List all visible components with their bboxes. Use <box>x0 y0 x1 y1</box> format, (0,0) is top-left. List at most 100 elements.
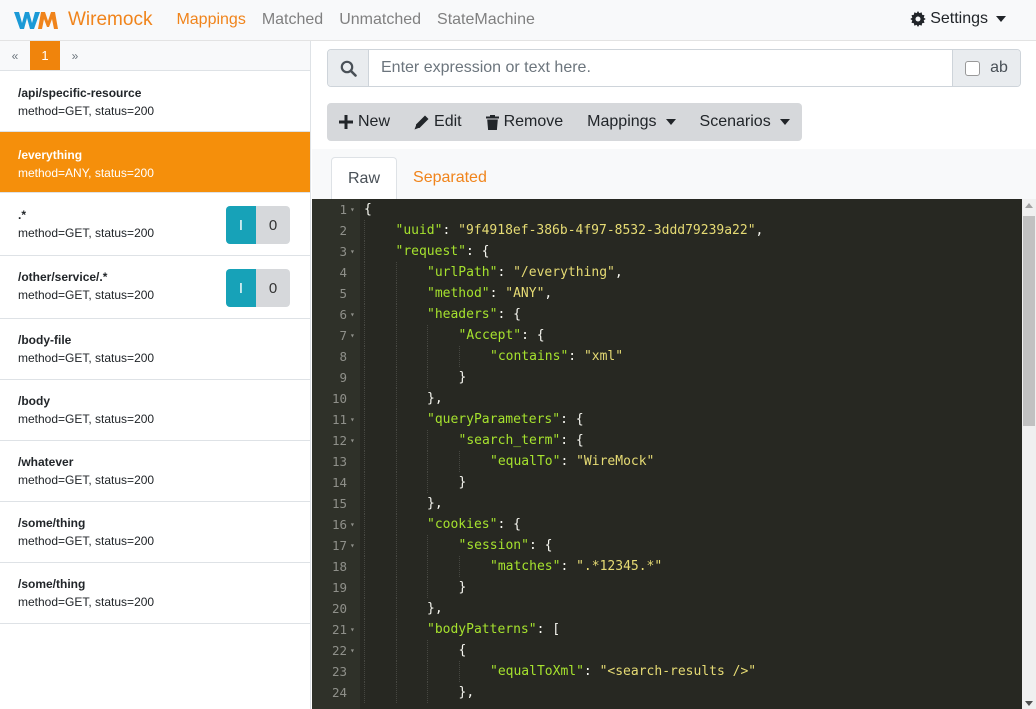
mapping-list-item[interactable]: /other/service/.* method=GET, status=200 I… <box>0 256 310 319</box>
fold-icon[interactable]: ▾ <box>347 310 360 319</box>
count-badge: 0 <box>256 206 290 244</box>
pagination-next[interactable]: » <box>60 41 90 70</box>
json-key: "matches" <box>490 559 561 574</box>
indent-guide <box>395 514 397 535</box>
mapping-list-item[interactable]: /some/thing method=GET, status=200 <box>0 563 310 624</box>
indent-guide <box>364 430 365 451</box>
line-number: 8 <box>339 349 347 364</box>
info-badge[interactable]: I <box>226 269 256 307</box>
fold-icon[interactable]: ▾ <box>347 415 360 424</box>
fold-icon[interactable]: ▾ <box>347 646 360 655</box>
line-number: 14 <box>331 475 347 490</box>
code-text: "search_term": { <box>459 433 584 448</box>
tab-raw[interactable]: Raw <box>331 157 398 199</box>
line-number: 6 <box>339 307 347 322</box>
code-text: "bodyPatterns": [ <box>427 622 560 637</box>
indent-guide <box>364 535 365 556</box>
fold-icon[interactable]: ▾ <box>347 520 360 529</box>
indent-guide <box>364 682 365 703</box>
indent-guide <box>395 367 397 388</box>
indent-guide <box>395 493 397 514</box>
mappings-dropdown-label: Mappings <box>587 113 657 130</box>
indent-guide <box>364 556 365 577</box>
json-punct: : { <box>560 433 584 448</box>
mapping-url: .* <box>18 208 27 222</box>
code-text: "contains": "xml" <box>490 349 623 364</box>
brand[interactable]: Wiremock <box>14 9 152 31</box>
code-line: 3 ▾ "request": { <box>312 241 1022 262</box>
mapping-url: /body-file <box>18 333 72 347</box>
mapping-list-item[interactable]: /some/thing method=GET, status=200 <box>0 502 310 563</box>
indent-guide <box>395 682 397 703</box>
scroll-up-icon[interactable] <box>1025 203 1033 208</box>
json-punct: : <box>583 664 600 679</box>
mapping-list-item[interactable]: /body-file method=GET, status=200 <box>0 319 310 380</box>
case-sensitive-label: ab <box>990 59 1008 76</box>
line-number: 3 <box>339 244 347 259</box>
fold-icon[interactable]: ▾ <box>347 625 360 634</box>
fold-icon[interactable]: ▾ <box>347 331 360 340</box>
indent-guide <box>427 640 428 661</box>
remove-button[interactable]: Remove <box>474 103 576 141</box>
mapping-meta: method=GET, status=200 <box>18 226 155 240</box>
fold-icon[interactable]: ▾ <box>347 247 360 256</box>
json-punct: : { <box>497 307 521 322</box>
mapping-list-item[interactable]: /api/specific-resource method=GET, status… <box>0 71 310 132</box>
nav-unmatched[interactable]: Unmatched <box>339 11 421 29</box>
case-sensitive-toggle[interactable]: ab <box>952 50 1020 86</box>
edit-button[interactable]: Edit <box>402 103 474 141</box>
new-button[interactable]: New <box>327 103 402 141</box>
pagination-page[interactable]: 1 <box>30 41 60 70</box>
line-number: 19 <box>331 580 347 595</box>
pagination-prev[interactable]: « <box>0 41 30 70</box>
search-button[interactable] <box>328 50 369 86</box>
mapping-detail: ab New Edit Remove Mappings Scenarios Ra… <box>312 41 1036 709</box>
info-badge[interactable]: I <box>226 206 256 244</box>
code-line: 19} <box>312 577 1022 598</box>
fold-icon[interactable]: ▾ <box>347 205 360 214</box>
mapping-list-item[interactable]: /whatever method=GET, status=200 <box>0 441 310 502</box>
code-line: 21 ▾ "bodyPatterns": [ <box>312 619 1022 640</box>
case-sensitive-checkbox[interactable] <box>965 60 981 76</box>
search-input[interactable] <box>369 50 952 86</box>
json-punct: , <box>614 265 623 280</box>
code-line: 22 ▾ { <box>312 640 1022 661</box>
wiremock-logo <box>14 12 58 29</box>
mappings-dropdown[interactable]: Mappings <box>575 103 687 141</box>
scenarios-dropdown[interactable]: Scenarios <box>688 103 802 141</box>
json-punct: : { <box>560 412 584 427</box>
indent-guide <box>364 388 365 409</box>
indent-guide <box>427 472 428 493</box>
mapping-list: /api/specific-resource method=GET, status… <box>0 71 310 624</box>
line-number: 10 <box>331 391 347 406</box>
line-number: 11 <box>331 412 347 427</box>
line-number: 18 <box>331 559 347 574</box>
indent-guide <box>427 661 428 682</box>
nav-matched[interactable]: Matched <box>262 11 323 29</box>
code-line: 11 ▾ "queryParameters": { <box>312 409 1022 430</box>
code-line: 6 ▾ "headers": { <box>312 304 1022 325</box>
editor-scrollbar[interactable] <box>1022 199 1036 709</box>
mapping-list-item[interactable]: .* method=GET, status=200 I 0 <box>0 193 310 256</box>
indent-guide <box>364 514 365 535</box>
fold-icon[interactable]: ▾ <box>347 541 360 550</box>
json-punct: } <box>458 475 467 490</box>
code-text: "method": "ANY", <box>427 286 552 301</box>
json-punct: : { <box>497 517 521 532</box>
indent-guide <box>395 325 397 346</box>
navbar: Wiremock Mappings Matched Unmatched Stat… <box>0 0 1036 41</box>
fold-icon[interactable]: ▾ <box>347 436 360 445</box>
mapping-list-item[interactable]: /everything method=ANY, status=200 <box>0 132 310 193</box>
mapping-meta: method=GET, status=200 <box>18 351 155 365</box>
scroll-down-icon[interactable] <box>1025 701 1033 706</box>
tab-separated[interactable]: Separated <box>397 157 503 199</box>
indent-guide <box>427 682 428 703</box>
scrollbar-thumb[interactable] <box>1023 216 1035 426</box>
code-text: "headers": { <box>427 307 521 322</box>
nav-statemachine[interactable]: StateMachine <box>437 11 535 29</box>
indent-guide <box>364 493 365 514</box>
mapping-list-item[interactable]: /body method=GET, status=200 <box>0 380 310 441</box>
settings-dropdown[interactable]: Settings <box>910 10 1006 28</box>
nav-mappings[interactable]: Mappings <box>176 11 245 29</box>
json-editor[interactable]: 1 ▾{2 "uuid": "9f4918ef-386b-4f97-8532-3dd… <box>312 199 1036 709</box>
